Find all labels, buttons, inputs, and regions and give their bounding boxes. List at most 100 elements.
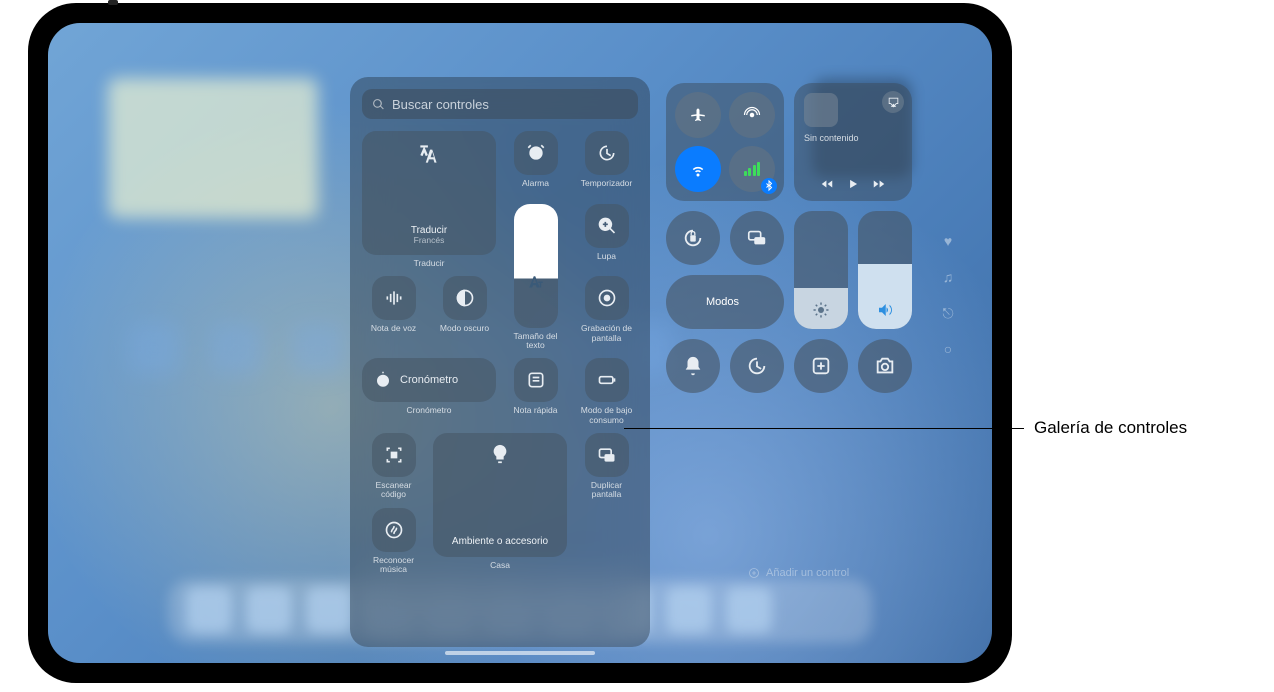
controls-gallery-panel: Buscar controles Traducir Francés Traduc… <box>350 77 650 647</box>
airplane-icon <box>689 106 707 124</box>
plus-circle-icon <box>748 567 760 579</box>
screen-recording-label: Grabación de pantalla <box>575 324 638 343</box>
gallery-tile-alarm[interactable]: Alarma <box>504 131 567 196</box>
play-icon[interactable] <box>846 177 860 191</box>
cellular-toggle[interactable] <box>729 146 775 192</box>
stopwatch-icon <box>374 371 392 389</box>
rewind-icon[interactable] <box>820 177 834 191</box>
gallery-tile-text-size[interactable]: Tamaño del texto <box>504 204 567 351</box>
now-playing-module[interactable]: Sin contenido <box>794 83 912 201</box>
gallery-tile-quick-note[interactable]: Nota rápida <box>504 358 567 425</box>
silent-mode-button[interactable] <box>666 339 720 393</box>
connectivity-page-icon[interactable]: ⎋ <box>940 305 956 321</box>
timer-icon <box>597 143 617 163</box>
dark-mode-icon <box>455 288 475 308</box>
search-icon <box>372 98 385 111</box>
quick-note-icon <box>526 370 546 390</box>
callout-label: Galería de controles <box>1034 418 1187 438</box>
note-add-icon <box>810 355 832 377</box>
alarm-label: Alarma <box>522 179 549 188</box>
low-power-label: Modo de bajo consumo <box>575 406 638 425</box>
timer-cc-icon <box>746 355 768 377</box>
quick-note-label: Nota rápida <box>514 406 558 415</box>
screen-mirroring-label: Duplicar pantalla <box>575 481 638 500</box>
translate-caption: Traducir <box>414 259 445 268</box>
ipad-screen: Buscar controles Traducir Francés Traduc… <box>48 23 992 663</box>
airplay-button[interactable] <box>882 91 904 113</box>
gallery-tile-timer[interactable]: Temporizador <box>575 131 638 196</box>
airdrop-toggle[interactable] <box>729 92 775 138</box>
page-indicator-sidebar: ♥ ♫ ⎋ ○ <box>940 233 956 357</box>
home-indicator[interactable] <box>445 651 595 655</box>
wifi-icon <box>689 160 707 178</box>
text-size-icon <box>527 274 545 292</box>
battery-icon <box>597 370 617 390</box>
screen-mirroring-button[interactable] <box>730 211 784 265</box>
translate-subtitle: Francés <box>414 236 445 245</box>
gallery-tile-stopwatch[interactable]: Cronómetro Cronómetro <box>362 358 496 425</box>
moon-icon <box>680 293 698 311</box>
airplay-icon <box>887 96 900 109</box>
text-size-label: Tamaño del texto <box>504 332 567 351</box>
gallery-tile-low-power[interactable]: Modo de bajo consumo <box>575 358 638 425</box>
music-page-icon[interactable]: ♫ <box>940 269 956 285</box>
brightness-slider[interactable] <box>794 211 848 329</box>
gallery-tile-translate[interactable]: Traducir Francés Traducir <box>362 131 496 268</box>
gallery-tile-recognize-music[interactable]: Reconocer música <box>362 508 425 575</box>
gallery-tile-screen-mirroring[interactable]: Duplicar pantalla <box>575 433 638 500</box>
focus-button[interactable]: Modos <box>666 275 784 329</box>
translate-title: Traducir <box>411 225 447 236</box>
stopwatch-big-label: Cronómetro <box>400 374 458 386</box>
search-controls-input[interactable]: Buscar controles <box>362 89 638 119</box>
add-control-button[interactable]: Añadir un control <box>748 567 849 579</box>
bell-icon <box>682 355 704 377</box>
timer-label: Temporizador <box>581 179 633 188</box>
now-playing-title: Sin contenido <box>804 133 902 143</box>
translate-icon <box>416 141 442 167</box>
alarm-icon <box>526 143 546 163</box>
home-caption: Casa <box>490 561 510 570</box>
stopwatch-caption: Cronómetro <box>407 406 452 415</box>
lightbulb-icon <box>489 443 511 465</box>
qr-icon <box>384 445 404 465</box>
camera-button[interactable] <box>858 339 912 393</box>
screen-mirroring-icon <box>597 445 617 465</box>
now-playing-artwork <box>804 93 838 127</box>
dark-mode-label: Modo oscuro <box>440 324 489 333</box>
gallery-tile-scan-code[interactable]: Escanear código <box>362 433 425 500</box>
gallery-tile-home[interactable]: Ambiente o accesorio Casa <box>433 433 567 574</box>
mirror-icon <box>746 227 768 249</box>
orientation-lock-icon <box>682 227 704 249</box>
notes-button[interactable] <box>794 339 848 393</box>
bluetooth-mini-icon <box>761 178 777 194</box>
signal-bars-icon <box>744 162 761 176</box>
gallery-tile-screen-recording[interactable]: Grabación de pantalla <box>575 276 638 350</box>
volume-slider[interactable] <box>858 211 912 329</box>
forward-icon[interactable] <box>872 177 886 191</box>
orientation-lock-button[interactable] <box>666 211 720 265</box>
control-center: Sin contenido Modos <box>666 83 932 393</box>
scan-code-label: Escanear código <box>362 481 425 500</box>
magnifier-label: Lupa <box>597 252 616 261</box>
timer-button[interactable] <box>730 339 784 393</box>
ipad-frame: Buscar controles Traducir Francés Traduc… <box>28 3 1012 683</box>
record-icon <box>597 288 617 308</box>
gallery-tile-dark-mode[interactable]: Modo oscuro <box>433 276 496 350</box>
home-big-title: Ambiente o accesorio <box>452 536 548 547</box>
connectivity-module[interactable] <box>666 83 784 201</box>
favorites-page-icon[interactable]: ♥ <box>940 233 956 249</box>
gallery-tile-voice-memo[interactable]: Nota de voz <box>362 276 425 350</box>
add-control-label: Añadir un control <box>766 567 849 579</box>
magnifier-icon <box>597 216 617 236</box>
shazam-icon <box>384 520 404 540</box>
focus-label: Modos <box>706 296 739 308</box>
gallery-tile-magnifier[interactable]: Lupa <box>575 204 638 269</box>
recognize-music-label: Reconocer música <box>362 556 425 575</box>
extra-page-icon[interactable]: ○ <box>940 341 956 357</box>
volume-icon <box>876 301 894 319</box>
airplane-mode-toggle[interactable] <box>675 92 721 138</box>
blurred-background-window <box>108 78 318 218</box>
voice-memo-label: Nota de voz <box>371 324 416 333</box>
airdrop-icon <box>743 106 761 124</box>
wifi-toggle[interactable] <box>675 146 721 192</box>
